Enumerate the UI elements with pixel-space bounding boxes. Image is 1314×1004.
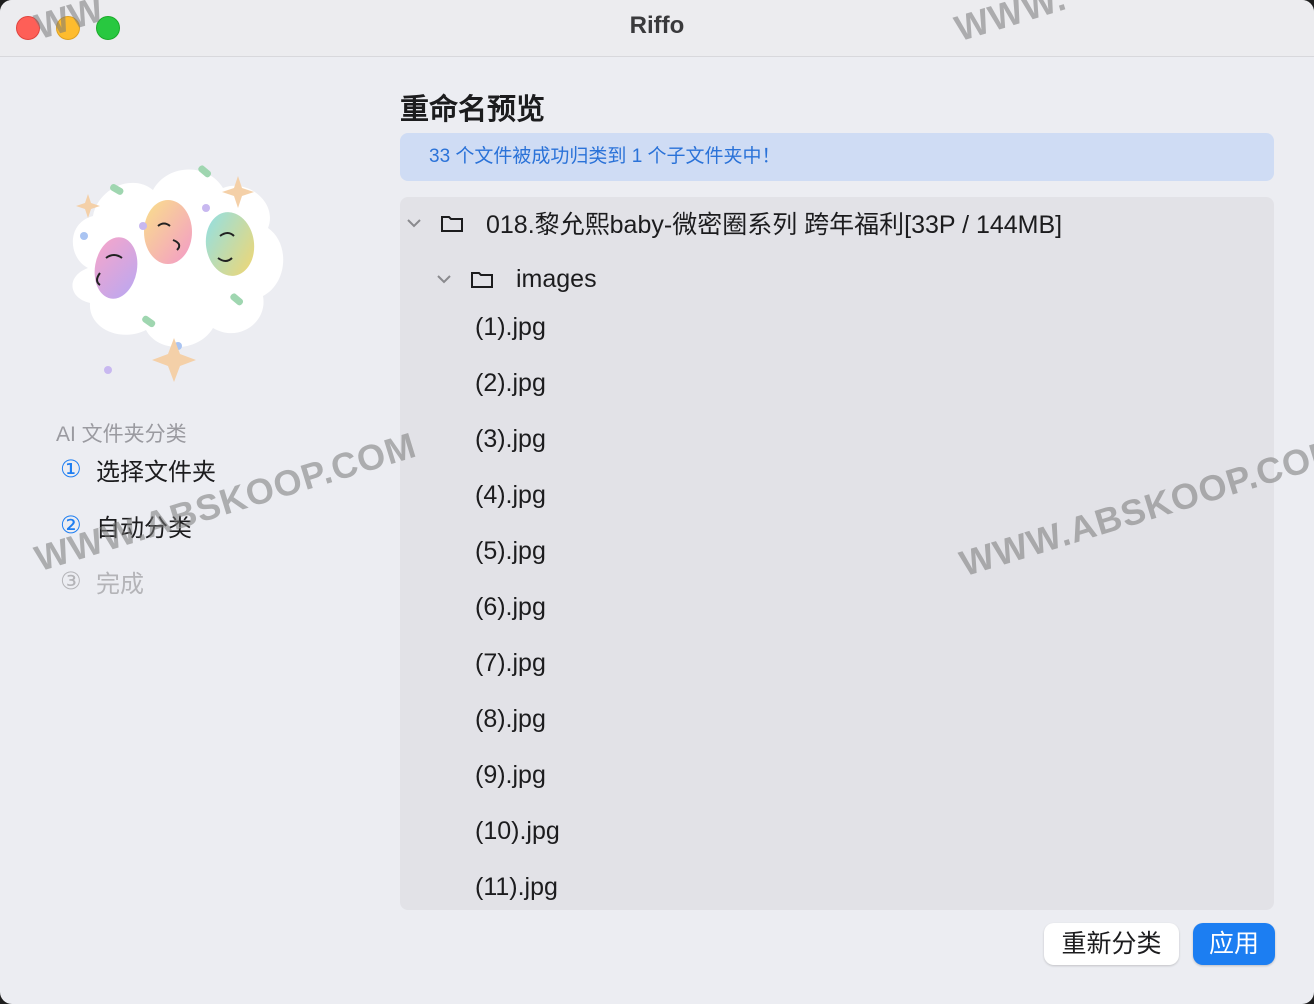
file-name: (11).jpg	[475, 872, 558, 901]
file-row[interactable]: (5).jpg	[475, 531, 546, 571]
tree-row-sub-folder[interactable]: images	[434, 259, 597, 299]
file-row[interactable]: (4).jpg	[475, 475, 546, 515]
file-row[interactable]: (8).jpg	[475, 699, 546, 739]
file-row[interactable]: (11).jpg	[475, 867, 558, 907]
root-folder-name: 018.黎允熙baby-微密圈系列 跨年福利[33P / 144MB]	[486, 211, 1063, 239]
title-bar: Riffo	[0, 0, 1314, 57]
faces-illustration	[72, 165, 284, 382]
tree-row-root-folder[interactable]: 018.黎允熙baby-微密圈系列 跨年福利[33P / 144MB]	[404, 203, 1062, 243]
file-row[interactable]: (3).jpg	[475, 419, 546, 459]
section-label: AI 文件夹分类	[56, 423, 187, 446]
file-name: (9).jpg	[475, 760, 546, 789]
reclassify-button[interactable]: 重新分类	[1044, 923, 1179, 965]
file-name: (7).jpg	[475, 648, 546, 677]
chevron-down-icon[interactable]	[404, 213, 424, 233]
step-select-folder: ① 选择文件夹	[60, 452, 216, 487]
step-number: ①	[60, 456, 82, 483]
success-banner: 33 个文件被成功归类到 1 个子文件夹中！	[400, 133, 1274, 181]
file-name: (1).jpg	[475, 312, 546, 341]
file-row[interactable]: (6).jpg	[475, 587, 546, 627]
file-name: (5).jpg	[475, 536, 546, 565]
page-title: 重命名预览	[400, 94, 546, 126]
file-name: (2).jpg	[475, 368, 546, 397]
file-name: (6).jpg	[475, 592, 546, 621]
sub-folder-name: images	[516, 264, 597, 293]
file-row[interactable]: (10).jpg	[475, 811, 560, 851]
file-row[interactable]: (7).jpg	[475, 643, 546, 683]
app-window: Riffo AI 文件夹分类 ① 选择文件夹 ② 自动分类 ③ 完成 重命名预览…	[0, 0, 1314, 1004]
file-name: (8).jpg	[475, 704, 546, 733]
file-row[interactable]: (2).jpg	[475, 363, 546, 403]
window-title: Riffo	[629, 12, 685, 39]
file-row[interactable]: (1).jpg	[475, 307, 546, 347]
chevron-down-icon[interactable]	[434, 269, 454, 289]
file-name: (3).jpg	[475, 424, 546, 453]
file-row[interactable]: (9).jpg	[475, 755, 546, 795]
folder-icon	[471, 272, 493, 288]
folder-icon	[441, 216, 463, 232]
step-label: 选择文件夹	[96, 459, 216, 486]
file-name: (10).jpg	[475, 816, 560, 845]
file-tree[interactable]: 018.黎允熙baby-微密圈系列 跨年福利[33P / 144MB] imag…	[400, 197, 1274, 910]
apply-button[interactable]: 应用	[1193, 923, 1275, 965]
step-label: 完成	[96, 571, 144, 598]
file-name: (4).jpg	[475, 480, 546, 509]
